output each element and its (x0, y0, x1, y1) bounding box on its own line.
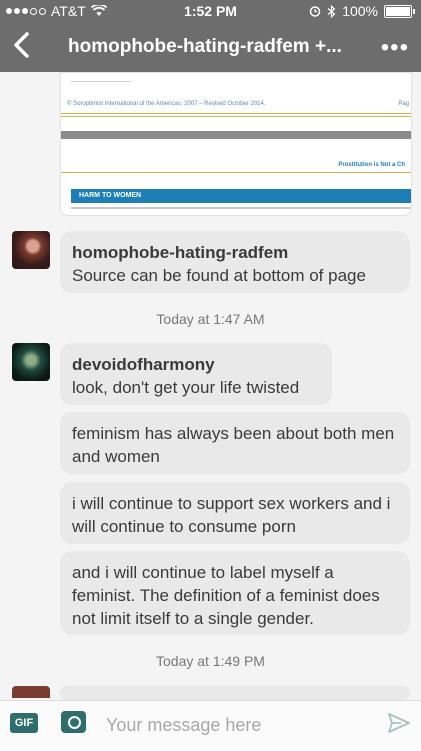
attachment-rule (61, 116, 411, 117)
attachment-body-text (71, 207, 411, 209)
attachment-footer-text: © Soroptimist International of the Ameri… (67, 101, 266, 107)
avatar[interactable] (12, 343, 50, 381)
battery-icon (384, 4, 412, 18)
camera-icon[interactable] (61, 711, 86, 733)
message-text: Source can be found at bottom of page (72, 266, 366, 285)
avatar[interactable] (12, 686, 50, 698)
bluetooth-icon (327, 4, 336, 18)
image-attachment[interactable]: © Soroptimist International of the Ameri… (60, 72, 412, 216)
conversation-title[interactable]: homophobe-hating-radfem +... (68, 36, 342, 58)
message-bubble[interactable] (60, 686, 410, 700)
battery-percent: 100% (342, 3, 378, 19)
timestamp: Today at 1:47 AM (156, 311, 265, 327)
avatar[interactable] (12, 231, 50, 269)
status-right: 100% (309, 3, 415, 19)
message-composer: GIF (0, 700, 421, 751)
message-bubble[interactable]: homophobe-hating-radfem Source can be fo… (60, 231, 410, 293)
message-text: i will continue to support sex workers a… (72, 494, 391, 536)
nav-bar: homophobe-hating-radfem +... ••• (0, 22, 421, 72)
message-text: look, don't get your life twisted (72, 378, 300, 397)
send-icon[interactable] (387, 711, 411, 735)
message-text: feminism has always been about both men … (72, 424, 395, 466)
message-author: devoidofharmony (72, 355, 215, 374)
battery-cap (413, 8, 415, 14)
status-bar: AT&T 1:52 PM 100% (0, 0, 421, 22)
top-bar: AT&T 1:52 PM 100% homophobe-hating-radfe… (0, 0, 421, 72)
alarm-icon (309, 6, 321, 17)
attachment-rule (61, 172, 411, 173)
message-bubble[interactable]: devoidofharmony look, don't get your lif… (60, 343, 332, 405)
attachment-gray-bar (61, 131, 411, 139)
attachment-text-line (71, 81, 131, 82)
message-text: and i will continue to label myself a fe… (72, 563, 380, 628)
attachment-rule (61, 113, 411, 114)
attachment-edge-label: Pag (398, 101, 409, 107)
back-icon[interactable] (8, 30, 36, 60)
message-bubble[interactable]: and i will continue to label myself a fe… (60, 551, 410, 635)
message-author: homophobe-hating-radfem (72, 243, 289, 262)
gif-button[interactable]: GIF (10, 713, 38, 733)
message-bubble[interactable]: feminism has always been about both men … (60, 412, 410, 474)
attachment-section-title: Prostitution is Not a Ch (338, 162, 405, 168)
timestamp: Today at 1:49 PM (156, 653, 265, 669)
attachment-heading: HARM TO WOMEN (71, 189, 411, 203)
more-options-icon[interactable]: ••• (381, 34, 409, 62)
message-bubble[interactable]: i will continue to support sex workers a… (60, 482, 410, 544)
message-input[interactable] (104, 711, 378, 739)
